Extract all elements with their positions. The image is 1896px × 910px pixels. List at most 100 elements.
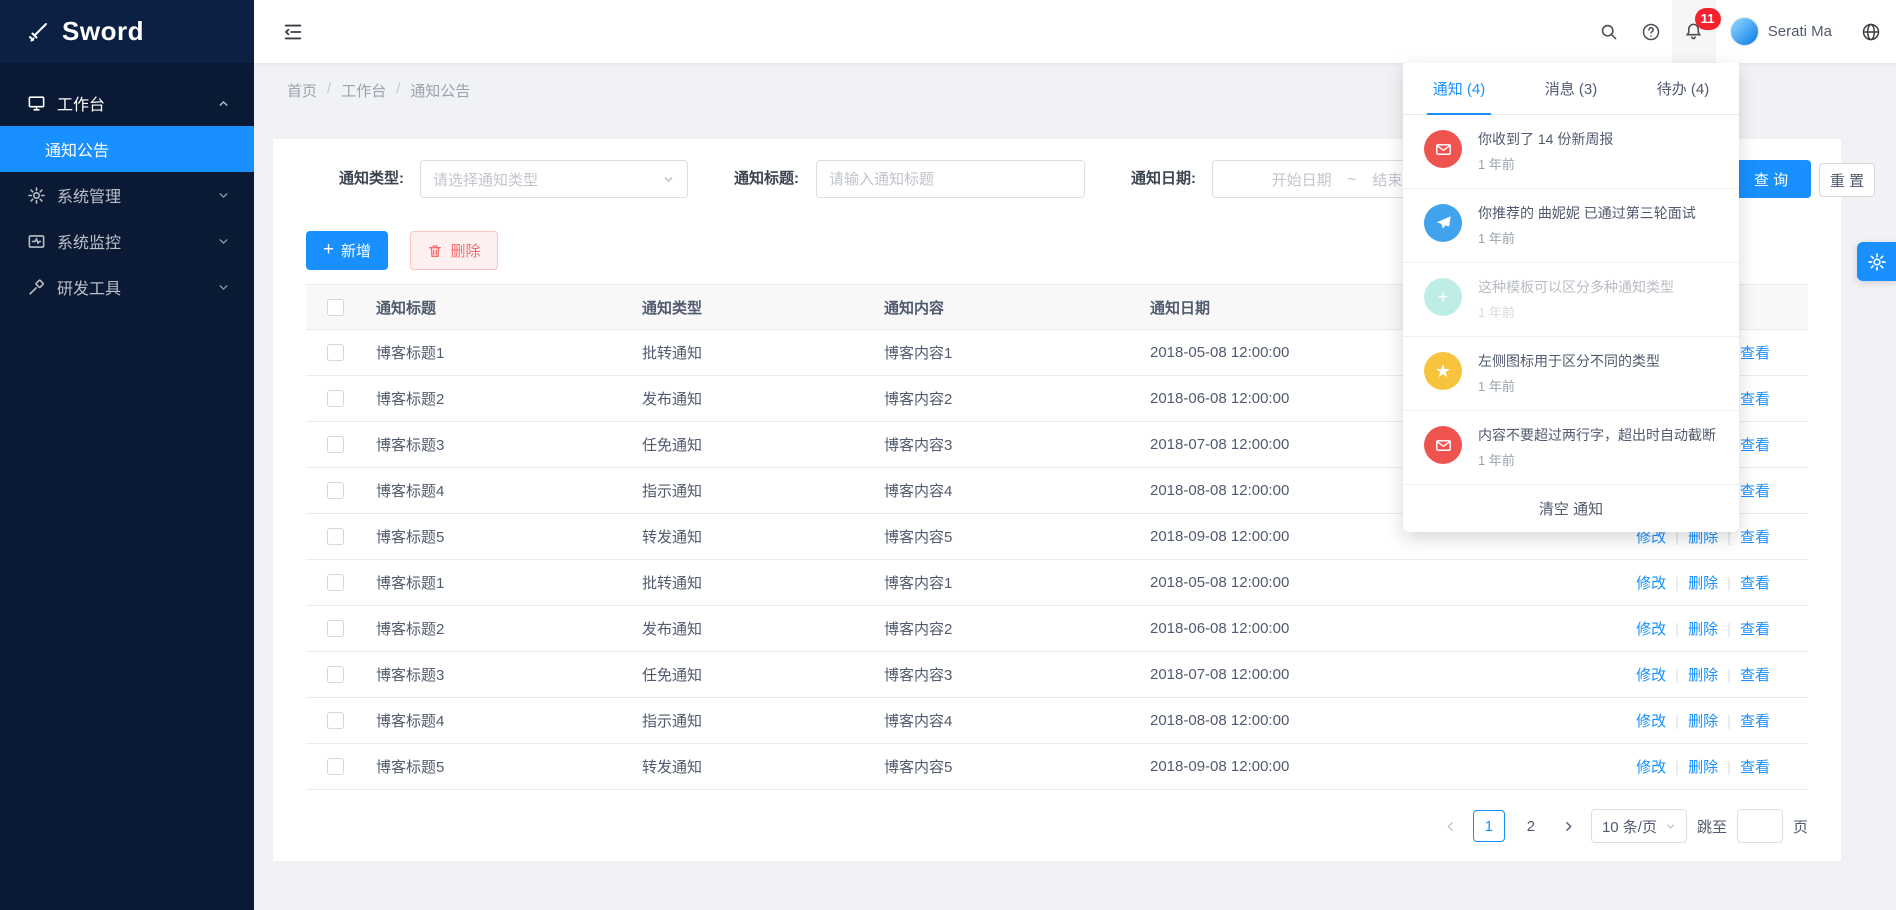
notification-body: 内容不要超过两行字，超出时自动截断 1 年前: [1478, 426, 1716, 469]
notification-time: 1 年前: [1478, 157, 1613, 173]
sidebar-item-label: 系统管理: [57, 183, 121, 207]
notification-badge: 11: [1695, 8, 1721, 30]
paper-plane-icon: [1424, 204, 1462, 242]
sidebar-item-label: 研发工具: [57, 275, 121, 299]
cell-title: 博客标题3: [364, 422, 630, 468]
notification-item[interactable]: 你推荐的 曲妮妮 已通过第三轮面试 1 年前: [1403, 189, 1739, 263]
reset-button[interactable]: 重 置: [1819, 163, 1875, 197]
view-link[interactable]: 查看: [1740, 483, 1770, 500]
delete-link[interactable]: 删除: [1688, 575, 1718, 592]
edit-link[interactable]: 修改: [1636, 713, 1666, 730]
search-icon[interactable]: [1588, 0, 1630, 63]
language-globe-icon[interactable]: [1846, 0, 1896, 63]
user-name: Serati Ma: [1768, 23, 1832, 40]
delete-link[interactable]: 删除: [1688, 759, 1718, 776]
row-checkbox[interactable]: [327, 528, 344, 545]
page-button-2[interactable]: 2: [1515, 810, 1547, 842]
chevron-up-icon: [217, 97, 230, 110]
row-checkbox[interactable]: [327, 390, 344, 407]
notification-title: 内容不要超过两行字，超出时自动截断: [1478, 426, 1716, 444]
edit-link[interactable]: 修改: [1636, 621, 1666, 638]
view-link[interactable]: 查看: [1740, 391, 1770, 408]
action-separator: |: [1727, 759, 1731, 776]
cell-content: 博客内容4: [872, 698, 1138, 744]
tab-message[interactable]: 消息 (3): [1515, 63, 1627, 114]
notification-item-read[interactable]: + 这种模板可以区分多种通知类型 1 年前: [1403, 263, 1739, 337]
edit-link[interactable]: 修改: [1636, 575, 1666, 592]
notification-body: 你推荐的 曲妮妮 已通过第三轮面试 1 年前: [1478, 204, 1696, 247]
help-icon[interactable]: [1630, 0, 1672, 63]
row-checkbox[interactable]: [327, 712, 344, 729]
row-checkbox[interactable]: [327, 620, 344, 637]
notification-body: 左侧图标用于区分不同的类型 1 年前: [1478, 352, 1660, 395]
cell-type: 任免通知: [630, 652, 872, 698]
delete-link[interactable]: 删除: [1688, 621, 1718, 638]
cell-title: 博客标题4: [364, 698, 630, 744]
notification-body: 这种模板可以区分多种通知类型 1 年前: [1478, 278, 1674, 321]
header-content: 通知内容: [872, 285, 1138, 330]
edit-link[interactable]: 修改: [1636, 759, 1666, 776]
breadcrumb-workbench[interactable]: 工作台: [341, 80, 386, 101]
sidebar-item-dev-tools[interactable]: 研发工具: [0, 264, 254, 310]
view-link[interactable]: 查看: [1740, 713, 1770, 730]
user-menu-button[interactable]: Serati Ma: [1716, 0, 1846, 63]
next-page-button[interactable]: [1557, 810, 1581, 842]
chevron-down-icon: [1665, 821, 1676, 832]
cell-title: 博客标题2: [364, 606, 630, 652]
page-size-select[interactable]: 10 条/页: [1591, 809, 1687, 843]
notification-time: 1 年前: [1478, 379, 1660, 395]
tab-notice[interactable]: 通知 (4): [1403, 63, 1515, 114]
app-logo[interactable]: Sword: [0, 0, 254, 63]
row-checkbox[interactable]: [327, 436, 344, 453]
delete-link[interactable]: 删除: [1688, 713, 1718, 730]
jump-page-input[interactable]: [1737, 809, 1783, 843]
sidebar-item-system-manage[interactable]: 系统管理: [0, 172, 254, 218]
delete-button-label: 删除: [450, 240, 480, 261]
search-button[interactable]: 查 询: [1731, 160, 1811, 198]
notification-tabs: 通知 (4) 消息 (3) 待办 (4): [1403, 63, 1739, 115]
sidebar-item-system-monitor[interactable]: 系统监控: [0, 218, 254, 264]
row-checkbox[interactable]: [327, 574, 344, 591]
notification-time: 1 年前: [1478, 453, 1716, 469]
view-link[interactable]: 查看: [1740, 345, 1770, 362]
view-link[interactable]: 查看: [1740, 529, 1770, 546]
row-checkbox[interactable]: [327, 666, 344, 683]
mail-icon: [1424, 130, 1462, 168]
notification-item[interactable]: 你收到了 14 份新周报 1 年前: [1403, 115, 1739, 189]
view-link[interactable]: 查看: [1740, 759, 1770, 776]
add-button[interactable]: + 新增: [306, 231, 388, 270]
notifications-bell-button[interactable]: 11: [1672, 0, 1716, 63]
cell-date: 2018-05-08 12:00:00: [1138, 560, 1558, 606]
edit-link[interactable]: 修改: [1636, 667, 1666, 684]
row-checkbox[interactable]: [327, 482, 344, 499]
view-link[interactable]: 查看: [1740, 575, 1770, 592]
prev-page-button[interactable]: [1439, 810, 1463, 842]
row-checkbox[interactable]: [327, 758, 344, 775]
view-link[interactable]: 查看: [1740, 621, 1770, 638]
sidebar-item-notice[interactable]: 通知公告: [0, 126, 254, 172]
delete-button[interactable]: 删除: [410, 231, 498, 270]
delete-link[interactable]: 删除: [1688, 667, 1718, 684]
title-input[interactable]: [817, 161, 1084, 197]
cell-content: 博客内容2: [872, 606, 1138, 652]
notification-item[interactable]: 内容不要超过两行字，超出时自动截断 1 年前: [1403, 411, 1739, 485]
clear-notifications-button[interactable]: 清空 通知: [1403, 485, 1739, 532]
sidebar-item-workbench[interactable]: 工作台: [0, 80, 254, 126]
notification-item[interactable]: ★ 左侧图标用于区分不同的类型 1 年前: [1403, 337, 1739, 411]
breadcrumb-home[interactable]: 首页: [287, 80, 317, 101]
table-row: 博客标题1 批转通知 博客内容1 2018-05-08 12:00:00 修改|…: [306, 560, 1808, 606]
page-button-1[interactable]: 1: [1473, 810, 1505, 842]
select-all-checkbox[interactable]: [327, 299, 344, 316]
action-separator: |: [1675, 575, 1679, 592]
settings-fab-button[interactable]: [1857, 242, 1896, 281]
type-select-placeholder: 请选择通知类型: [433, 169, 538, 190]
view-link[interactable]: 查看: [1740, 437, 1770, 454]
type-select[interactable]: 请选择通知类型: [420, 160, 688, 198]
top-bar-actions: 11 Serati Ma: [1588, 0, 1896, 63]
gear-icon: [27, 186, 46, 205]
view-link[interactable]: 查看: [1740, 667, 1770, 684]
menu-fold-icon[interactable]: [282, 21, 304, 43]
tab-todo[interactable]: 待办 (4): [1627, 63, 1739, 114]
row-checkbox[interactable]: [327, 344, 344, 361]
action-separator: |: [1727, 621, 1731, 638]
